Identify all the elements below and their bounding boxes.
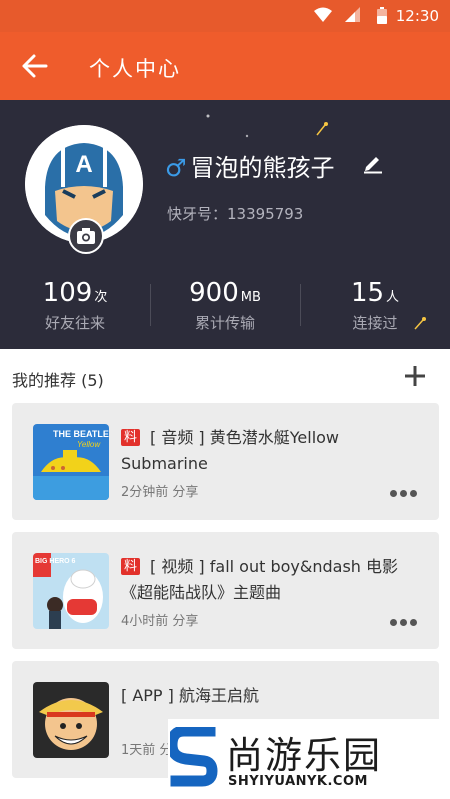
status-bar: 12:30: [0, 0, 450, 32]
watermark: 尚游乐园 SHYIYUANYK.COM: [168, 719, 450, 799]
more-icon[interactable]: [390, 619, 418, 627]
stat-unit: MB: [240, 290, 261, 305]
thumb-title: BIG HERO 6: [35, 558, 76, 565]
item-meta: 2分钟前 分享: [121, 485, 199, 500]
nickname: ♂ 冒泡的熊孩子: [165, 148, 335, 183]
stat-label: 累计传输: [194, 314, 255, 332]
app-bar: 个人中心: [0, 32, 450, 100]
stat-transfer: 900 MB 累计传输: [150, 278, 300, 333]
nickname-text: 冒泡的熊孩子: [190, 154, 335, 182]
stat-value: 900: [189, 278, 239, 308]
battery-icon: [377, 7, 387, 24]
male-icon: ♂: [165, 154, 187, 182]
stat-unit: 次: [94, 290, 108, 305]
back-arrow-icon[interactable]: [20, 52, 50, 80]
status-time: 12:30: [395, 7, 439, 25]
user-id: 快牙号：13395793: [167, 205, 304, 223]
video-thumbnail: BIG HERO 6: [33, 553, 109, 629]
watermark-text: 尚游乐园: [226, 734, 382, 777]
wifi-icon: [314, 7, 332, 22]
recommend-header: 我的推荐 (5): [0, 349, 450, 403]
stats-row: 109 次 好友往来 900 MB 累计传输 15 人 连接过: [0, 278, 450, 338]
stat-value: 109: [42, 278, 93, 308]
stat-value: 15: [350, 278, 385, 308]
watermark-url: SHYIYUANYK.COM: [228, 774, 368, 789]
svg-text:A: A: [75, 151, 92, 178]
tag-badge: 料: [121, 558, 141, 575]
tag-badge: 料: [121, 429, 141, 446]
edit-pencil-icon[interactable]: [362, 152, 384, 174]
stat-label: 好友往来: [44, 314, 105, 332]
stat-connected: 15 人 连接过: [300, 278, 450, 333]
stat-friends: 109 次 好友往来: [0, 278, 150, 333]
item-title: 料[ 视频 ] fall out boy&ndash 电影《超能陆战队》主题曲: [121, 554, 421, 606]
item-text: [ APP ] 航海王启航: [121, 686, 259, 705]
camera-button[interactable]: [68, 218, 104, 254]
app-icon-thumbnail: [33, 682, 109, 758]
item-text: [ 视频 ] fall out boy&ndash 电影《超能陆战队》主题曲: [121, 557, 399, 602]
more-icon[interactable]: [390, 490, 418, 498]
watermark-logo-icon: [170, 727, 218, 787]
svg-text:Yellow: Yellow: [77, 440, 101, 449]
stat-label: 连接过: [352, 314, 398, 332]
page-title: 个人中心: [89, 57, 181, 81]
item-title: [ APP ] 航海王启航: [121, 683, 421, 709]
thumb-title: THE BEATLES: [53, 429, 109, 439]
item-title: 料[ 音频 ] 黄色潜水艇Yellow Submarine: [121, 425, 421, 477]
item-text: [ 音频 ] 黄色潜水艇Yellow Submarine: [121, 428, 340, 473]
list-item[interactable]: BIG HERO 6 料[ 视频 ] fall out boy&ndash 电影…: [12, 532, 439, 649]
signal-icon: [345, 7, 360, 22]
album-thumbnail: THE BEATLES Yellow: [33, 424, 109, 500]
add-icon[interactable]: [404, 365, 426, 387]
stat-unit: 人: [386, 290, 400, 305]
camera-icon: [77, 228, 95, 244]
profile-header: A ♂ 冒泡的熊孩子 快牙号：13395793 109 次 好友往来 900 MB 累…: [0, 100, 450, 349]
recommend-title: 我的推荐 (5): [12, 371, 104, 390]
list-item[interactable]: THE BEATLES Yellow 料[ 音频 ] 黄色潜水艇Yellow S…: [12, 403, 439, 520]
item-meta: 4小时前 分享: [121, 614, 199, 629]
